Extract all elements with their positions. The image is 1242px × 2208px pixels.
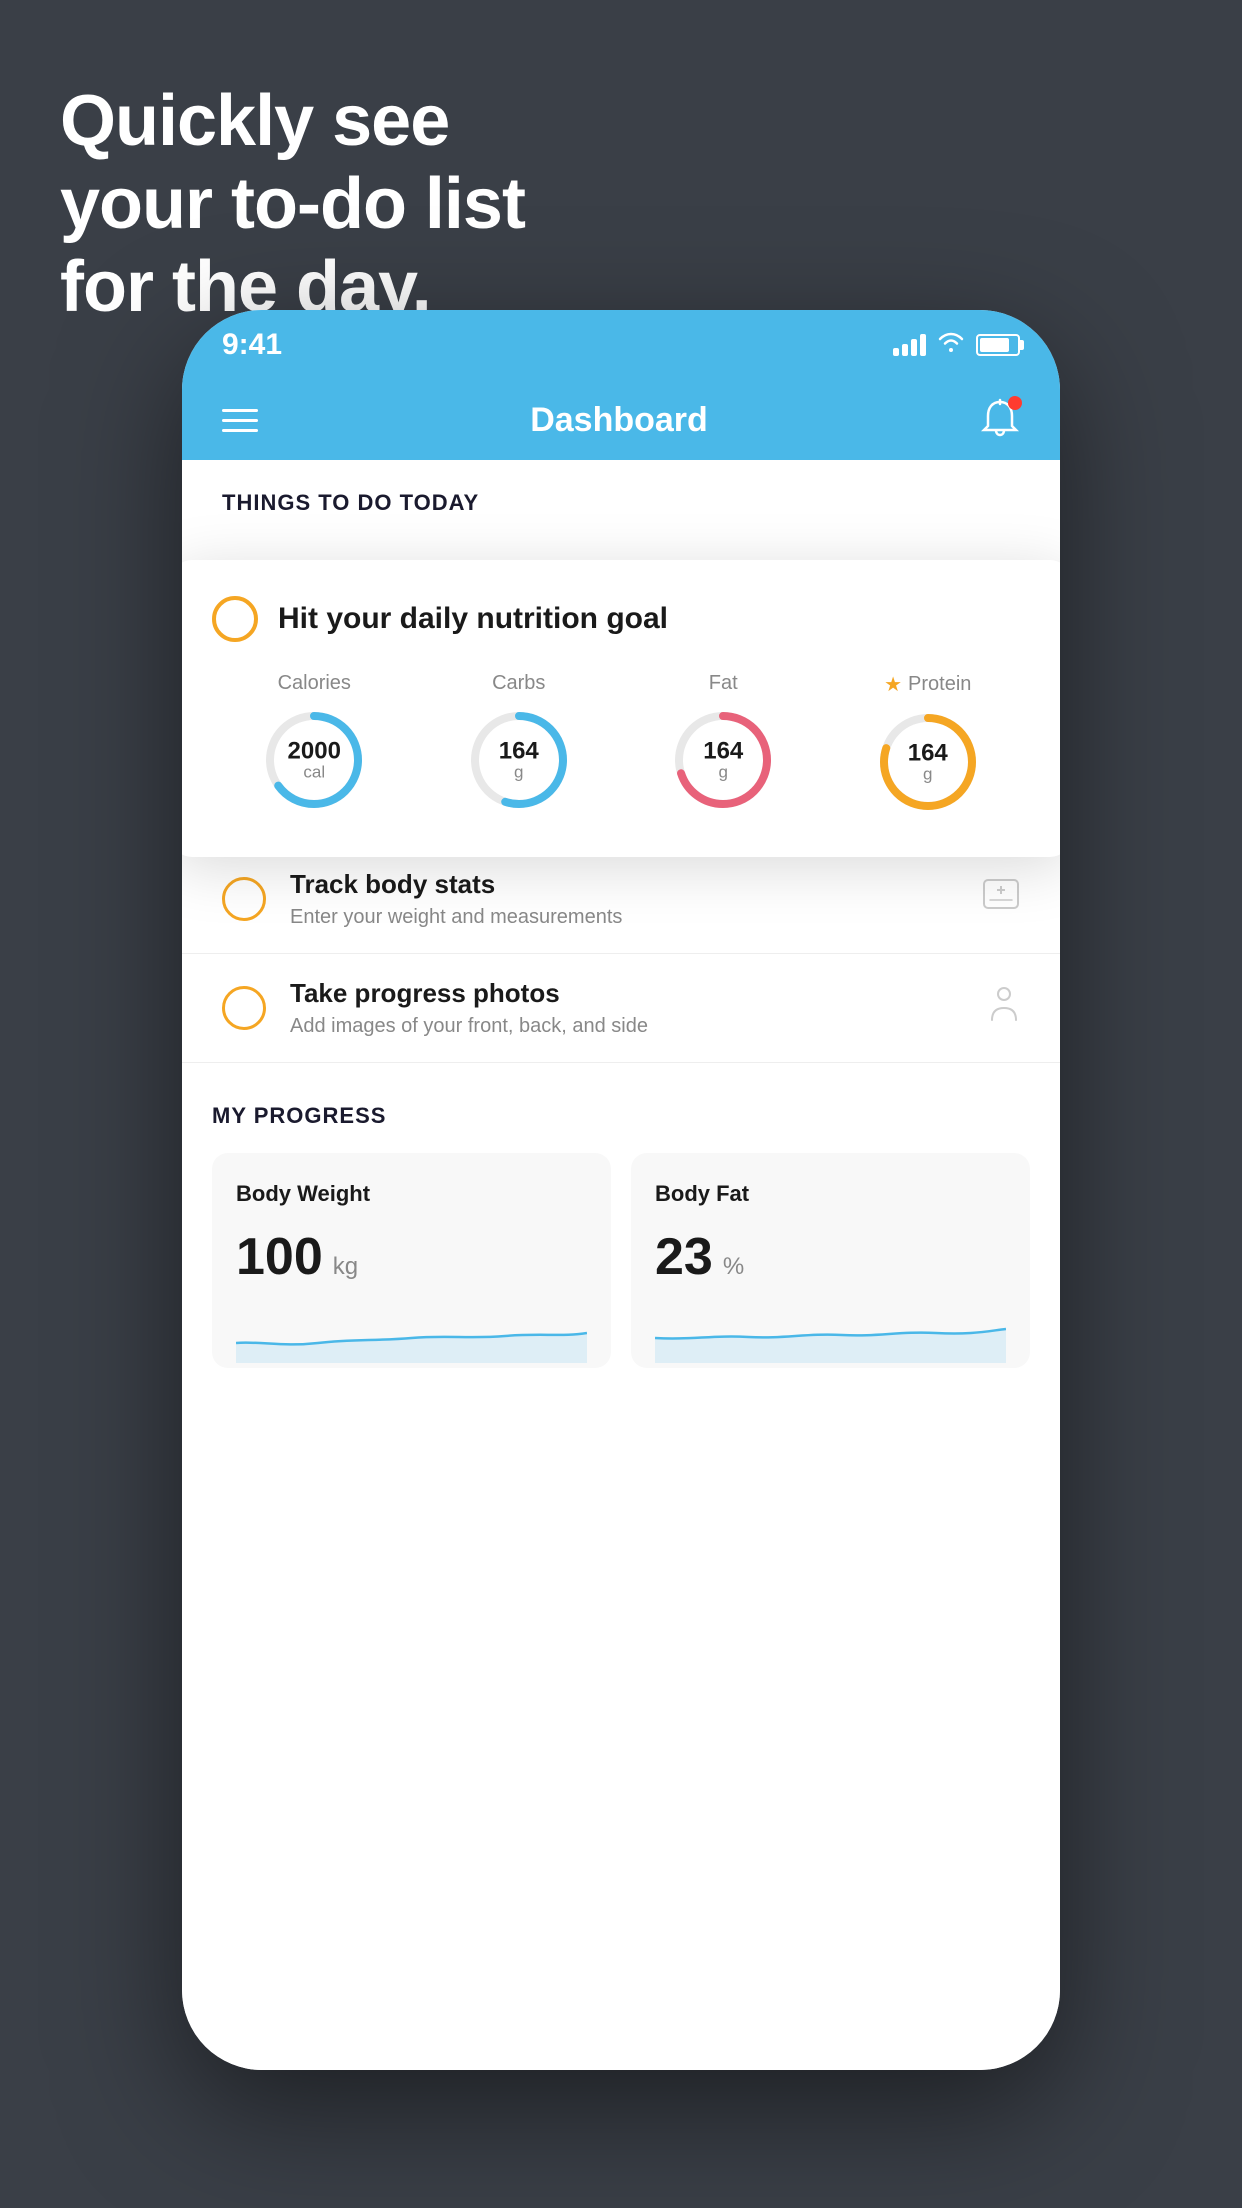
body-weight-value: 100 [236, 1227, 323, 1287]
hero-line1: Quickly see [60, 80, 525, 163]
nutrition-check-circle[interactable] [212, 596, 258, 642]
bell-button[interactable] [980, 398, 1020, 442]
body-fat-value: 23 [655, 1227, 713, 1287]
wifi-icon [938, 331, 964, 359]
protein-unit: g [908, 766, 948, 783]
progress-cards: Body Weight 100 kg Body Fat 23 % [212, 1153, 1030, 1368]
body-weight-sparkline [236, 1303, 587, 1363]
fat-unit: g [703, 764, 743, 781]
macro-calories-label: Calories [278, 672, 351, 695]
my-progress-section: MY PROGRESS Body Weight 100 kg Bod [182, 1063, 1060, 1408]
star-icon: ★ [884, 672, 902, 697]
body-fat-unit: % [723, 1253, 744, 1281]
hero-line2: your to-do list [60, 163, 525, 246]
things-to-do-title: THINGS TO DO TODAY [222, 490, 1020, 516]
things-to-do-header: THINGS TO DO TODAY [182, 460, 1060, 536]
todo-item-photos[interactable]: Take progress photos Add images of your … [182, 954, 1060, 1063]
nutrition-macros: Calories 2000 cal Carbs [212, 672, 1030, 817]
macro-calories: Calories 2000 cal [259, 672, 369, 815]
photos-title: Take progress photos [290, 978, 964, 1009]
body-stats-check[interactable] [222, 877, 266, 921]
macro-fat-label: Fat [709, 672, 738, 695]
photos-check[interactable] [222, 986, 266, 1030]
macro-protein: ★ Protein 164 g [873, 672, 983, 817]
main-content: THINGS TO DO TODAY Hit your daily nutrit… [182, 460, 1060, 2070]
nav-title: Dashboard [530, 401, 708, 440]
body-weight-card[interactable]: Body Weight 100 kg [212, 1153, 611, 1368]
fat-ring: 164 g [668, 705, 778, 815]
nutrition-card: Hit your daily nutrition goal Calories 2… [182, 560, 1060, 857]
status-bar: 9:41 [182, 310, 1060, 380]
person-icon [988, 986, 1020, 1031]
hero-text: Quickly see your to-do list for the day. [60, 80, 525, 328]
body-stats-text: Track body stats Enter your weight and m… [290, 869, 958, 929]
carbs-ring: 164 g [464, 705, 574, 815]
body-fat-card[interactable]: Body Fat 23 % [631, 1153, 1030, 1368]
nutrition-card-header: Hit your daily nutrition goal [212, 596, 1030, 642]
todo-item-body-stats[interactable]: Track body stats Enter your weight and m… [182, 845, 1060, 954]
signal-icon [893, 334, 926, 356]
body-weight-unit: kg [333, 1253, 358, 1281]
calories-unit: cal [288, 764, 341, 781]
body-weight-card-title: Body Weight [236, 1181, 587, 1207]
protein-ring: 164 g [873, 707, 983, 817]
carbs-value: 164 [499, 740, 539, 764]
body-fat-card-title: Body Fat [655, 1181, 1006, 1207]
protein-value: 164 [908, 742, 948, 766]
notification-dot [1008, 396, 1022, 410]
body-weight-value-row: 100 kg [236, 1227, 587, 1287]
calories-value: 2000 [288, 740, 341, 764]
body-stats-title: Track body stats [290, 869, 958, 900]
photos-subtitle: Add images of your front, back, and side [290, 1015, 964, 1038]
nav-bar: Dashboard [182, 380, 1060, 460]
carbs-unit: g [499, 764, 539, 781]
body-fat-sparkline [655, 1303, 1006, 1363]
phone-mockup: 9:41 Dashboard [182, 310, 1060, 2070]
macro-fat: Fat 164 g [668, 672, 778, 815]
status-icons [893, 331, 1020, 359]
battery-icon [976, 334, 1020, 356]
fat-value: 164 [703, 740, 743, 764]
my-progress-title: MY PROGRESS [212, 1103, 1030, 1129]
status-time: 9:41 [222, 328, 282, 362]
body-fat-value-row: 23 % [655, 1227, 1006, 1287]
macro-carbs: Carbs 164 g [464, 672, 574, 815]
macro-protein-label: ★ Protein [884, 672, 971, 697]
nutrition-title: Hit your daily nutrition goal [278, 602, 668, 636]
body-stats-subtitle: Enter your weight and measurements [290, 906, 958, 929]
hamburger-menu[interactable] [222, 409, 258, 432]
calories-ring: 2000 cal [259, 705, 369, 815]
macro-carbs-label: Carbs [492, 672, 545, 695]
scale-icon [982, 878, 1020, 921]
photos-text: Take progress photos Add images of your … [290, 978, 964, 1038]
